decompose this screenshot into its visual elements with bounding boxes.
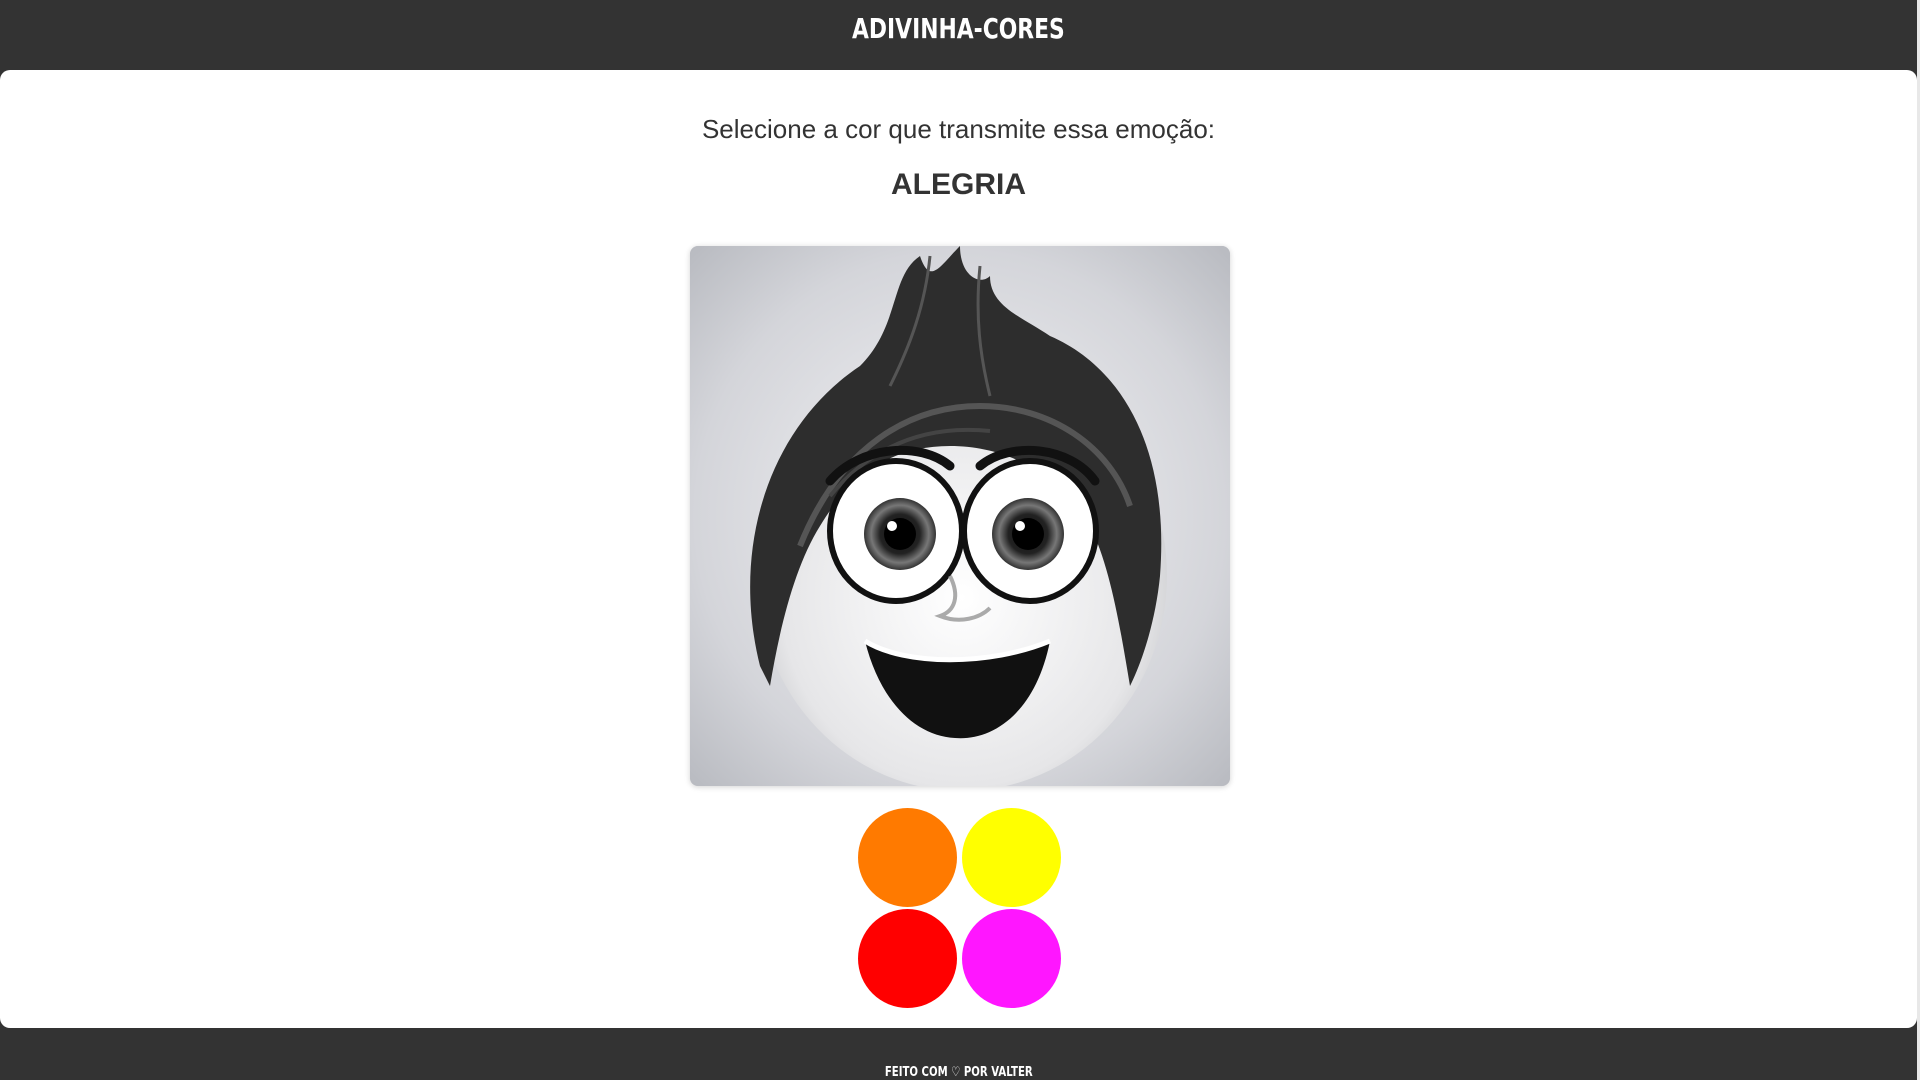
color-option-magenta[interactable] [962, 909, 1061, 1008]
emotion-image [690, 246, 1230, 786]
footer-credit: FEITO COM ♡ POR VALTER [884, 1065, 1033, 1080]
color-option-yellow[interactable] [962, 808, 1061, 907]
smiling-face-illustration [690, 246, 1230, 786]
color-option-red[interactable] [858, 909, 957, 1008]
color-option-orange[interactable] [858, 808, 957, 907]
emotion-label: ALEGRIA [891, 168, 1026, 201]
color-options [858, 808, 1062, 1012]
footer: FEITO COM ♡ POR VALTER [0, 1028, 1917, 1080]
game-card: Selecione a cor que transmite essa emoçã… [0, 70, 1917, 1028]
app-title: ADIVINHA-CORES [852, 11, 1065, 45]
instruction-text: Selecione a cor que transmite essa emoçã… [701, 114, 1216, 144]
page: ADIVINHA-CORES Selecione a cor que trans… [0, 0, 1920, 1080]
header: ADIVINHA-CORES [0, 0, 1917, 70]
